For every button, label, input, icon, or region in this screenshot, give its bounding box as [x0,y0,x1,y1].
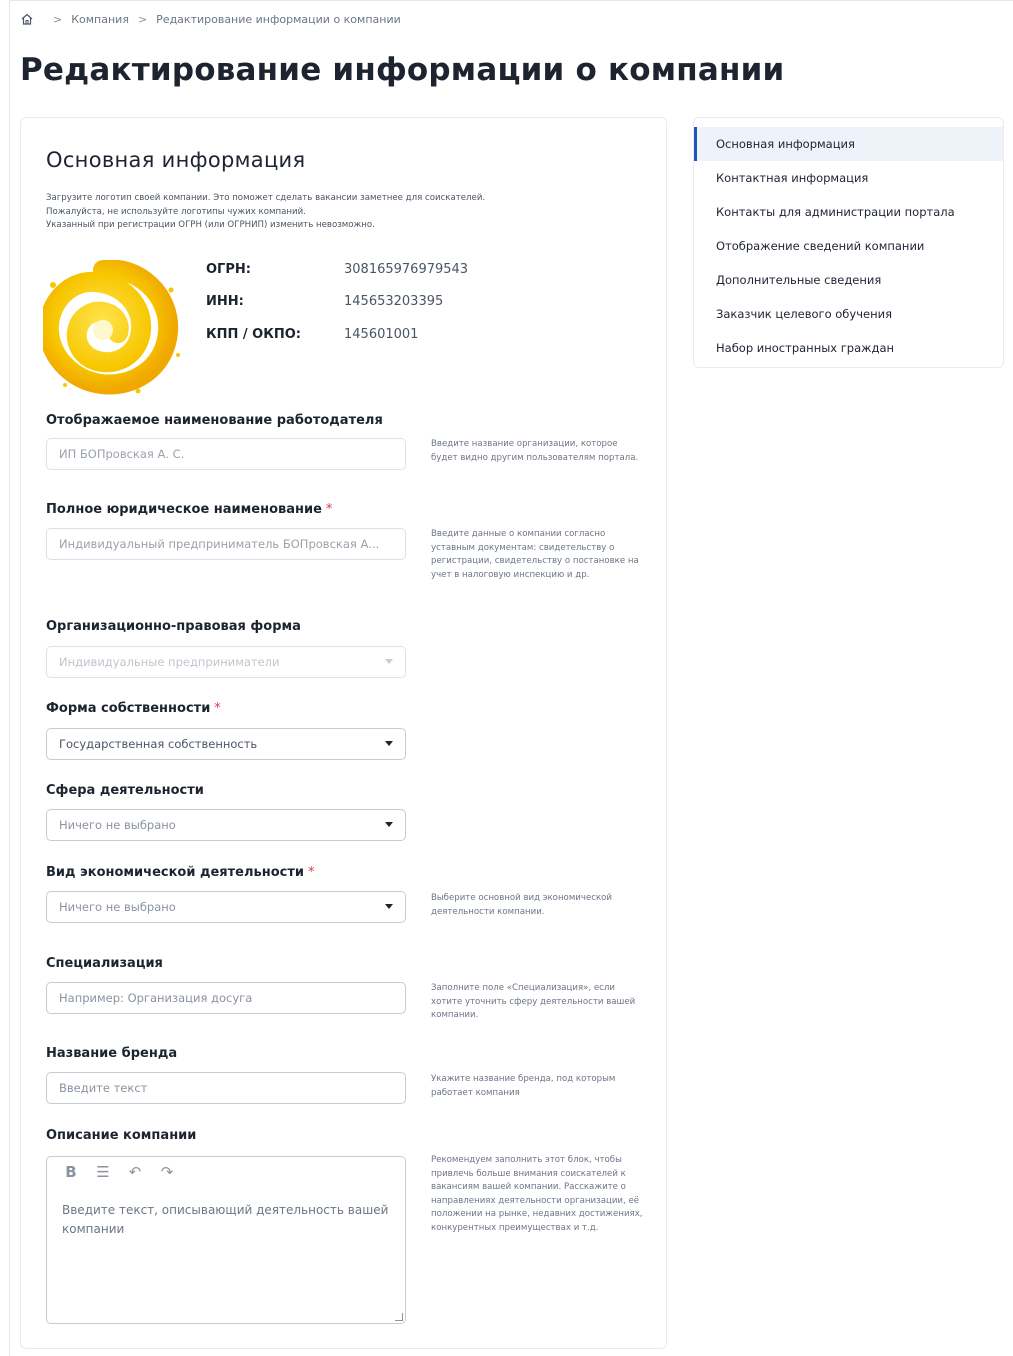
undo-icon[interactable]: ↶ [127,1163,143,1181]
intro-line: Пожалуйста, не используйте логотипы чужи… [46,206,306,217]
description-editor[interactable]: B ☰ ↶ ↷ Введите текст, описывающий деяте… [46,1156,406,1324]
nav-item-main-info[interactable]: Основная информация [694,127,1003,161]
display-name-value: ИП БОПровская А. С. [59,447,185,461]
economic-activity-hint: Выберите основной вид экономической деят… [431,893,613,917]
resize-handle-icon[interactable] [395,1313,403,1321]
nav-item-display-settings[interactable]: Отображение сведений компании [694,229,1003,263]
economic-activity-label-text: Вид экономической деятельности [46,865,305,880]
redo-icon[interactable]: ↷ [159,1163,175,1181]
legal-name-label-text: Полное юридическое наименование [46,502,322,517]
intro-text: Загрузите логотип своей компании. Это по… [46,192,586,233]
nav-item-target-training[interactable]: Заказчик целевого обучения [694,297,1003,331]
requisite-label: ОГРН: [206,262,251,277]
chevron-down-icon [385,904,393,909]
required-mark: * [214,701,221,716]
nav-item-contact-info[interactable]: Контактная информация [694,161,1003,195]
activity-sphere-label: Сфера деятельности [46,783,204,798]
description-hint: Рекомендуем заполнить этот блок, чтобы п… [431,1155,643,1233]
specialization-input[interactable]: Например: Организация досуга [46,982,406,1014]
breadcrumb: > Компания > Редактирование информации о… [20,12,401,26]
nav-item-additional-info[interactable]: Дополнительные сведения [694,263,1003,297]
specialization-placeholder: Например: Организация досуга [59,991,253,1005]
brand-input[interactable]: Введите текст [46,1072,406,1104]
ownership-value: Государственная собственность [59,737,258,751]
legal-name-label: Полное юридическое наименование * [46,502,332,517]
economic-activity-label: Вид экономической деятельности * [46,865,315,880]
requisite-value: 145653203395 [344,294,444,309]
breadcrumb-current: Редактирование информации о компании [156,12,401,26]
legal-name-hint: Введите данные о компании согласно устав… [431,529,639,580]
ownership-label-text: Форма собственности [46,701,211,716]
chevron-down-icon [385,659,393,664]
economic-activity-value: Ничего не выбрано [59,900,176,914]
intro-line: Загрузите логотип своей компании. Это по… [46,193,486,203]
breadcrumb-company-link[interactable]: Компания [71,13,129,26]
requisite-label: КПП / ОКПО: [206,327,301,342]
org-form-select[interactable]: Индивидуальные предприниматели [46,646,406,678]
required-mark: * [325,502,333,517]
activity-sphere-value: Ничего не выбрано [59,818,176,832]
specialization-hint: Заполните поле «Специализация», если хот… [431,983,636,1020]
specialization-label: Специализация [46,956,163,971]
ownership-select[interactable]: Государственная собственность [46,728,406,760]
display-name-label: Отображаемое наименование работодателя [46,413,383,428]
nav-item-admin-contacts[interactable]: Контакты для администрации портала [694,195,1003,229]
nav-item-foreign-citizens[interactable]: Набор иностранных граждан [694,331,1003,365]
list-icon[interactable]: ☰ [95,1163,111,1181]
legal-name-value: Индивидуальный предприниматель БОПровска… [59,537,380,551]
legal-name-input[interactable]: Индивидуальный предприниматель БОПровска… [46,528,406,560]
brand-placeholder: Введите текст [59,1081,148,1095]
chevron-down-icon [385,741,393,746]
company-logo[interactable] [43,260,183,395]
activity-sphere-select[interactable]: Ничего не выбрано [46,809,406,841]
org-form-value: Индивидуальные предприниматели [59,655,280,669]
display-name-input[interactable]: ИП БОПровская А. С. [46,438,406,470]
description-label: Описание компании [46,1128,197,1143]
home-icon[interactable] [20,12,34,26]
description-placeholder: Введите текст, описывающий деятельность … [62,1203,389,1236]
editor-toolbar: B ☰ ↶ ↷ [63,1163,175,1181]
breadcrumb-separator: > [137,12,148,26]
economic-activity-select[interactable]: Ничего не выбрано [46,891,406,923]
requisite-label: ИНН: [206,294,244,309]
display-name-hint: Введите название организации, которое бу… [431,439,639,463]
requisite-value: 145601001 [344,327,419,342]
main-info-card: Основная информация Загрузите логотип св… [20,117,667,1349]
section-title: Основная информация [46,148,306,172]
breadcrumb-separator: > [53,12,63,26]
ownership-label: Форма собственности * [46,701,221,716]
chevron-down-icon [385,822,393,827]
page-title: Редактирование информации о компании [20,52,785,88]
side-nav: Основная информация Контактная информаци… [693,117,1004,368]
brand-label: Название бренда [46,1046,178,1061]
bold-icon[interactable]: B [63,1163,79,1181]
intro-line: Указанный при регистрации ОГРН (или ОГРН… [46,220,375,230]
required-mark: * [308,865,315,880]
org-form-label: Организационно-правовая форма [46,619,301,634]
brand-hint: Укажите название бренда, под которым раб… [431,1074,616,1098]
requisite-value: 308165976979543 [344,262,469,277]
